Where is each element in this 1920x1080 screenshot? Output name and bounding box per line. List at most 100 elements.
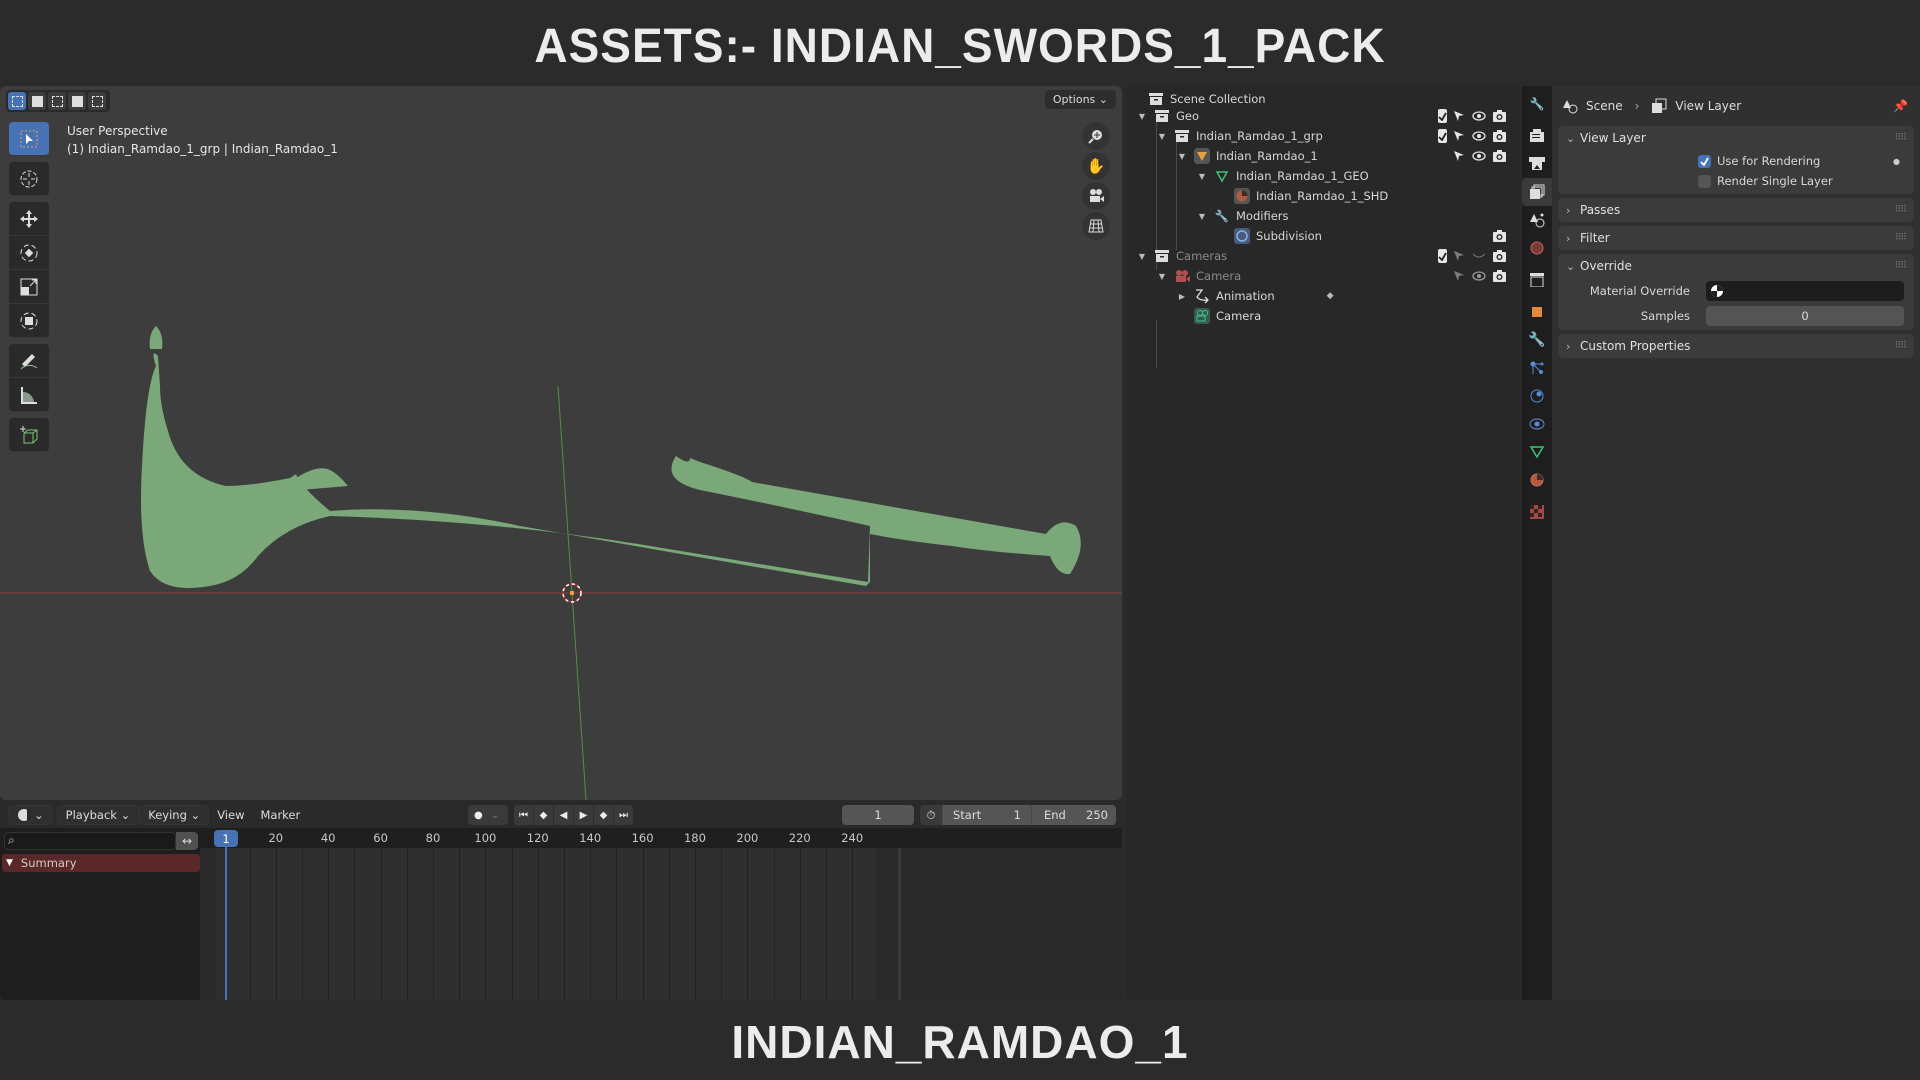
collapse-triangle-icon[interactable]: ▼: [1196, 212, 1208, 221]
use-for-rendering-row[interactable]: Use for Rendering ●: [1558, 150, 1914, 172]
render-single-layer-checkbox[interactable]: [1698, 174, 1711, 188]
outliner-item[interactable]: Indian_Ramdao_1_SHD: [1216, 186, 1388, 206]
select-arrow-icon[interactable]: [1452, 269, 1466, 283]
select-arrow-icon[interactable]: [1452, 149, 1466, 163]
play-icon[interactable]: ▶: [574, 805, 594, 825]
tab-particles[interactable]: [1522, 354, 1552, 382]
exclude-checkbox[interactable]: [1432, 129, 1447, 143]
outliner-item[interactable]: ▼ Indian_Ramdao_1: [1176, 146, 1318, 166]
auto-keying-button[interactable]: ● ⌄: [468, 805, 508, 825]
sword-model[interactable]: [141, 326, 1081, 589]
eye-icon[interactable]: [1472, 249, 1486, 263]
collapse-triangle-icon[interactable]: ▼: [1156, 272, 1168, 281]
exclude-checkbox[interactable]: [1432, 109, 1447, 123]
panel-view-layer-header[interactable]: ⌄ View Layer ⠿⠿: [1558, 126, 1914, 150]
breadcrumb-view-layer[interactable]: View Layer: [1675, 99, 1741, 113]
tab-modifier[interactable]: 🔧: [1522, 326, 1552, 354]
pin-icon[interactable]: 📌: [1893, 99, 1908, 113]
outliner-item[interactable]: Camera: [1176, 306, 1261, 326]
eye-icon[interactable]: [1472, 149, 1486, 163]
drag-grip-icon[interactable]: ⠿⠿: [1895, 261, 1907, 271]
editor-type-button[interactable]: ⌄: [8, 805, 53, 825]
tab-data[interactable]: [1522, 438, 1552, 466]
expand-triangle-icon[interactable]: ▼: [6, 858, 13, 868]
camera-render-icon[interactable]: [1492, 149, 1506, 163]
panel-passes-header[interactable]: › Passes ⠿⠿: [1558, 198, 1914, 222]
current-frame-field[interactable]: 1: [842, 805, 914, 825]
expand-triangle-icon[interactable]: ▶: [1176, 292, 1188, 301]
camera-render-icon[interactable]: [1492, 109, 1506, 123]
tab-material[interactable]: [1522, 466, 1552, 494]
start-frame-field[interactable]: Start 1: [943, 805, 1031, 825]
collapse-triangle-icon[interactable]: ▼: [1156, 132, 1168, 141]
drag-grip-icon[interactable]: ⠿⠿: [1895, 205, 1907, 215]
eye-icon[interactable]: [1472, 129, 1486, 143]
channel-search-input[interactable]: ⌕: [4, 832, 176, 850]
outliner-item[interactable]: ▼ Geo: [1136, 106, 1199, 126]
tab-collection[interactable]: [1522, 266, 1552, 294]
swap-filter-button[interactable]: ↔: [176, 832, 198, 850]
exclude-checkbox[interactable]: [1432, 269, 1446, 283]
playback-menu[interactable]: Playback ⌄: [56, 805, 140, 825]
tab-physics[interactable]: [1522, 382, 1552, 410]
end-frame-field[interactable]: End 250: [1032, 805, 1116, 825]
drag-grip-icon[interactable]: ⠿⠿: [1895, 233, 1907, 243]
render-single-layer-row[interactable]: Render Single Layer: [1558, 172, 1914, 194]
use-for-rendering-checkbox[interactable]: [1698, 154, 1711, 168]
tab-object[interactable]: [1522, 298, 1552, 326]
select-arrow-icon[interactable]: [1452, 109, 1466, 123]
panel-custom-properties-header[interactable]: › Custom Properties ⠿⠿: [1558, 334, 1914, 358]
frame-ruler[interactable]: 20 40 60 80 100 120 140 160 180 200 220 240: [200, 828, 1122, 848]
outliner-item[interactable]: ▼ Cameras: [1136, 246, 1227, 266]
tab-texture[interactable]: [1522, 498, 1552, 526]
material-override-field[interactable]: [1706, 281, 1904, 301]
outliner-item[interactable]: ▼ Indian_Ramdao_1_GEO: [1196, 166, 1369, 186]
tab-render[interactable]: [1522, 122, 1552, 150]
eye-icon[interactable]: [1472, 229, 1486, 243]
stopwatch-icon[interactable]: ⏱: [920, 805, 942, 825]
collapse-triangle-icon[interactable]: ▼: [1196, 172, 1208, 181]
collapse-triangle-icon[interactable]: ▼: [1136, 252, 1148, 261]
view-menu[interactable]: View: [209, 805, 252, 825]
outliner-item[interactable]: ▶ Animation ◆: [1176, 286, 1334, 306]
outliner-item[interactable]: Subdivision: [1216, 226, 1322, 246]
jump-end-icon[interactable]: ⏭: [614, 805, 634, 825]
play-reverse-icon[interactable]: ◀: [554, 805, 574, 825]
camera-render-icon[interactable]: [1492, 229, 1506, 243]
samples-field[interactable]: 0: [1706, 306, 1904, 326]
eye-icon[interactable]: [1472, 109, 1486, 123]
prev-keyframe-icon[interactable]: ◆: [534, 805, 554, 825]
collapse-triangle-icon[interactable]: ▼: [1136, 112, 1148, 121]
exclude-checkbox[interactable]: [1432, 249, 1447, 263]
3d-viewport[interactable]: Options ⌄ User Perspective (1) Indian_Ra…: [0, 86, 1122, 800]
camera-render-icon[interactable]: [1492, 249, 1506, 263]
select-arrow-icon[interactable]: [1452, 249, 1466, 263]
collapse-triangle-icon[interactable]: ▼: [1176, 152, 1188, 161]
tab-world[interactable]: [1522, 234, 1552, 262]
exclude-checkbox[interactable]: [1432, 229, 1446, 243]
drag-grip-icon[interactable]: ⠿⠿: [1895, 133, 1907, 143]
outliner-item[interactable]: ▼ Indian_Ramdao_1_grp: [1156, 126, 1323, 146]
tab-tool[interactable]: 🔧: [1522, 90, 1552, 118]
tab-view-layer[interactable]: [1522, 178, 1552, 206]
summary-channel[interactable]: ▼ Summary: [2, 854, 200, 872]
tab-scene[interactable]: [1522, 206, 1552, 234]
camera-render-icon[interactable]: [1492, 269, 1506, 283]
outliner-item[interactable]: ▼ 🔧 Modifiers: [1196, 206, 1289, 226]
jump-start-icon[interactable]: ⏮: [514, 805, 534, 825]
keyframe-area[interactable]: [216, 848, 880, 1000]
select-arrow-icon[interactable]: [1452, 229, 1466, 243]
animate-dot-icon[interactable]: ●: [1893, 157, 1900, 166]
camera-render-icon[interactable]: [1492, 129, 1506, 143]
keying-menu[interactable]: Keying ⌄: [139, 805, 210, 825]
marker-menu[interactable]: Marker: [252, 805, 308, 825]
tab-output[interactable]: [1522, 150, 1552, 178]
next-keyframe-icon[interactable]: ◆: [594, 805, 614, 825]
tab-constraints[interactable]: [1522, 410, 1552, 438]
exclude-checkbox[interactable]: [1432, 149, 1446, 163]
eye-icon[interactable]: [1472, 269, 1486, 283]
panel-filter-header[interactable]: › Filter ⠿⠿: [1558, 226, 1914, 250]
drag-grip-icon[interactable]: ⠿⠿: [1895, 341, 1907, 351]
breadcrumb-scene[interactable]: Scene: [1586, 99, 1623, 113]
playhead[interactable]: 1: [214, 830, 238, 847]
